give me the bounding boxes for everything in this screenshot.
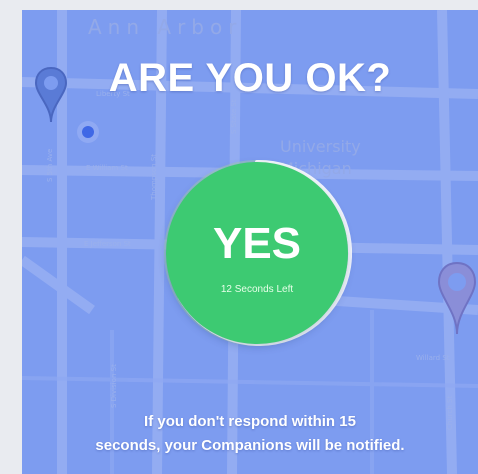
destination-pin-icon bbox=[436, 260, 478, 341]
alert-title: ARE YOU OK? bbox=[108, 56, 392, 100]
map-label-william: E William St bbox=[86, 164, 128, 172]
notification-line-2: seconds, your Companions will be notifie… bbox=[95, 437, 405, 454]
map-label-fifth: S 5th Ave bbox=[46, 149, 54, 182]
map-label-university: University bbox=[280, 137, 361, 156]
map-label-thompson: Thompson St bbox=[150, 154, 158, 201]
notification-message: If you don't respond within 15 seconds, … bbox=[22, 410, 478, 458]
map-label-jefferson: E Jefferson St bbox=[84, 240, 131, 248]
countdown-text: 12 Seconds Left bbox=[220, 283, 294, 295]
map-label-division: S Division St bbox=[110, 364, 118, 408]
yes-button-label: YES bbox=[212, 218, 302, 268]
notification-line-1: If you don't respond within 15 bbox=[144, 413, 356, 430]
yes-button-wrapper: YES 12 Seconds Left bbox=[162, 158, 352, 348]
alert-screen: Ann Arbor University Michigan Liberty St… bbox=[22, 10, 478, 474]
map-label-city: Ann Arbor bbox=[88, 15, 242, 39]
yes-button[interactable]: YES 12 Seconds Left bbox=[166, 162, 348, 344]
map-label-willard: Willard St bbox=[416, 354, 450, 362]
map-label-state: S State St bbox=[230, 99, 238, 134]
current-location-icon bbox=[76, 120, 100, 149]
